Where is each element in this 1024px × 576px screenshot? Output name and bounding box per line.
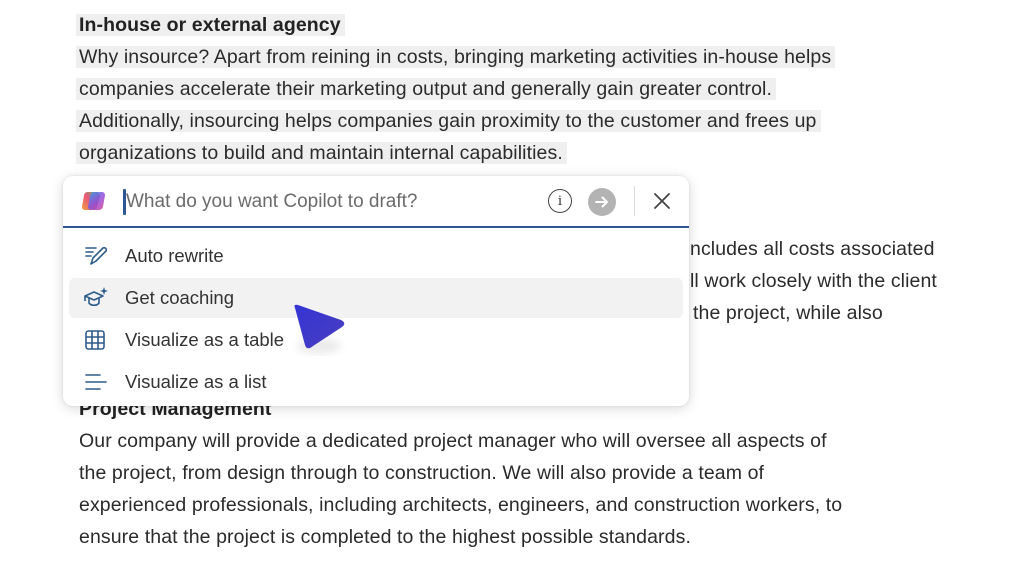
menu-item-visualize-list[interactable]: Visualize as a list xyxy=(69,362,683,402)
menu-item-get-coaching[interactable]: Get coaching xyxy=(69,278,683,318)
paragraph-line[interactable]: Why insource? Apart from reining in cost… xyxy=(76,42,836,72)
graduation-cap-sparkle-icon xyxy=(84,287,108,307)
copilot-logo-icon xyxy=(81,191,106,211)
paragraph-line[interactable]: Our company will provide a dedicated pro… xyxy=(79,426,827,456)
menu-item-auto-rewrite[interactable]: Auto rewrite xyxy=(69,236,683,276)
close-icon[interactable] xyxy=(650,189,674,213)
paragraph-line[interactable]: Additionally, insourcing helps companies… xyxy=(76,106,821,136)
menu-item-label: Visualize as a list xyxy=(125,371,267,392)
copilot-prompt-input[interactable] xyxy=(126,186,536,218)
menu-item-label: Get coaching xyxy=(125,287,235,308)
paragraph-line[interactable]: companies accelerate their marketing out… xyxy=(76,74,776,104)
info-icon[interactable]: i xyxy=(548,189,572,213)
paragraph-line-partial[interactable]: ll work closely with the client xyxy=(690,266,937,296)
toolbar-divider xyxy=(634,186,635,216)
section-heading-inhouse[interactable]: In-house or external agency xyxy=(76,10,345,40)
copilot-prompt-bar: i xyxy=(63,176,689,228)
menu-item-label: Auto rewrite xyxy=(125,245,224,266)
paragraph-line[interactable]: ensure that the project is completed to … xyxy=(79,522,691,552)
paragraph-line[interactable]: organizations to build and maintain inte… xyxy=(76,138,567,168)
table-grid-icon xyxy=(85,330,105,350)
pen-lines-icon xyxy=(85,246,108,265)
pointer-cursor-icon xyxy=(294,304,345,354)
menu-item-visualize-table[interactable]: Visualize as a table xyxy=(69,320,683,360)
paragraph-line-partial[interactable]: ncludes all costs associated xyxy=(690,234,935,264)
send-button[interactable] xyxy=(588,188,616,216)
paragraph-line[interactable]: the project, from design through to cons… xyxy=(79,458,764,488)
paragraph-line[interactable]: experienced professionals, including arc… xyxy=(79,490,842,520)
arrow-right-icon xyxy=(595,196,608,208)
menu-item-label: Visualize as a table xyxy=(125,329,285,350)
copilot-draft-popup: i Auto rewrite Get coaching xyxy=(63,176,689,406)
paragraph-line-partial[interactable]: the project, while also xyxy=(693,298,883,328)
list-lines-icon xyxy=(85,374,107,390)
